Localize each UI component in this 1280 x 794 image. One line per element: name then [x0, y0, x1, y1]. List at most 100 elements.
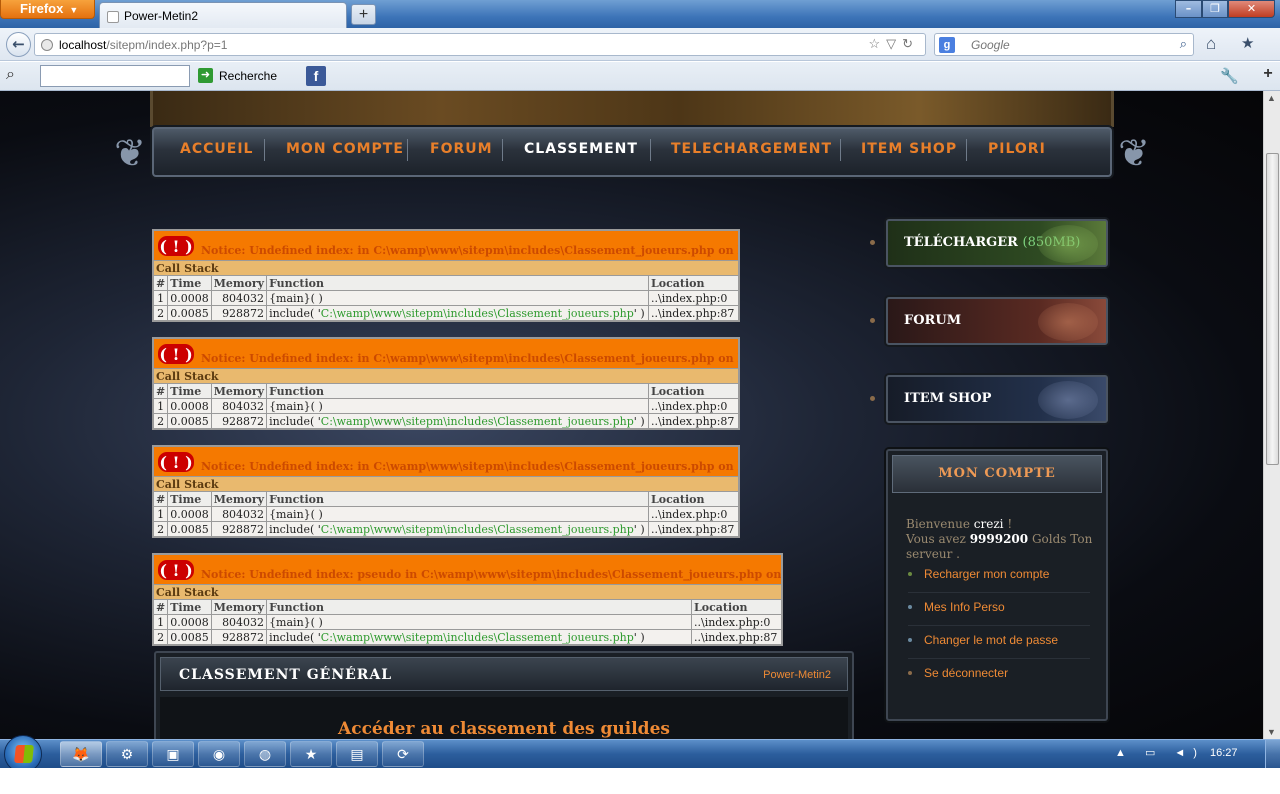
menu-telechargement[interactable]: TELECHARGEMENT	[671, 141, 832, 157]
firefox-menu-button[interactable]: Firefox ▼	[0, 0, 95, 19]
minimize-button[interactable]: –	[1175, 0, 1202, 18]
scroll-down-icon[interactable]: ▼	[1267, 727, 1276, 737]
go-icon[interactable]: ➜	[198, 68, 213, 83]
search-input[interactable]: g Google ⌕	[934, 33, 1194, 56]
forum-button[interactable]: FORUM	[886, 297, 1108, 345]
col-header: Function	[266, 491, 649, 507]
home-icon[interactable]: ⌂	[1206, 34, 1216, 54]
system-tray[interactable]: ▲ ▭ ◄)	[1115, 746, 1205, 759]
media-icon[interactable]: ◉	[198, 741, 240, 767]
reload-icon[interactable]: ↻	[902, 36, 919, 51]
title-bar: Firefox ▼ Power-Metin2 + – ❐ ✕	[0, 0, 1280, 29]
scroll-up-icon[interactable]: ▲	[1267, 93, 1276, 103]
recherche-button[interactable]: Recherche	[219, 69, 277, 83]
show-desktop-button[interactable]	[1265, 740, 1280, 768]
menu-pilori[interactable]: PILORI	[988, 141, 1046, 157]
search-icon[interactable]: ⌕	[6, 66, 15, 84]
expand-icon[interactable]: +	[1259, 65, 1277, 85]
link-deconnecter[interactable]: Se déconnecter	[908, 660, 1090, 692]
download-button[interactable]: TÉLÉCHARGER (850MB)	[886, 219, 1108, 267]
table-row: 1 0.0008 804032 {main}( ) ..\index.php:0	[152, 398, 739, 414]
guild-ranking-link[interactable]: Accéder au classement des guildes	[160, 719, 848, 739]
account-panel: MON COMPTE Bienvenue crezi ! Vous avez 9…	[886, 449, 1108, 721]
error-message: Notice: Undefined index: pseudo in C:\wa…	[201, 568, 782, 581]
call-stack-label: Call Stack	[153, 584, 782, 600]
col-header: #	[152, 491, 169, 507]
menu-forum[interactable]: FORUM	[430, 141, 493, 157]
taskbar: 🦊 ⚙ ▣ ◉ ◍ ★ ▤ ⟳ ▲ ▭ ◄) 16:27	[0, 735, 1280, 773]
tab-power-metin2[interactable]: Power-Metin2	[99, 2, 347, 29]
menu-item-shop[interactable]: ITEM SHOP	[861, 141, 957, 157]
explorer-icon[interactable]: ▤	[336, 741, 378, 767]
warning-icon: ( ! )	[156, 234, 196, 258]
col-header: Location	[691, 599, 782, 615]
col-header: Time	[167, 599, 212, 615]
facebook-icon[interactable]: f	[306, 66, 326, 86]
history-dropdown-icon[interactable]: ▽	[886, 36, 902, 51]
ornament-right-icon: ❦	[1118, 133, 1150, 175]
ornament-left-icon: ❦	[114, 133, 146, 175]
search-placeholder: Google	[971, 38, 1010, 52]
menu-accueil[interactable]: ACCUEIL	[180, 141, 253, 157]
welcome-text: Bienvenue crezi ! Vous avez 9999200 Gold…	[906, 517, 1093, 561]
tab-title: Power-Metin2	[124, 9, 199, 23]
warning-icon: ( ! )	[156, 342, 196, 366]
item-shop-label: ITEM SHOP	[904, 391, 992, 406]
close-button[interactable]: ✕	[1228, 0, 1275, 18]
bullet-icon	[870, 240, 875, 245]
bookmark-star-icon[interactable]: ☆	[868, 36, 886, 51]
col-header: Memory	[210, 491, 268, 507]
firefox-icon[interactable]: 🦊	[60, 741, 102, 767]
bullet-icon	[870, 396, 875, 401]
back-button[interactable]: ←	[6, 32, 31, 57]
table-row: 1 0.0008 804032 {main}( ) ..\index.php:0	[152, 614, 782, 630]
network-icon[interactable]: ⚙	[106, 741, 148, 767]
new-tab-button[interactable]: +	[351, 4, 376, 25]
php-error-notice: ( ! ) Notice: Undefined index: pseudo in …	[152, 553, 783, 646]
main-menu: ACCUEIL MON COMPTE FORUM CLASSEMENT TELE…	[152, 127, 1112, 177]
item-shop-button[interactable]: ITEM SHOP	[886, 375, 1108, 423]
table-row: 1 0.0008 804032 {main}( ) ..\index.php:0	[152, 506, 739, 522]
col-header: Location	[648, 383, 739, 399]
computer-icon[interactable]: ▣	[152, 741, 194, 767]
url-host: localhost	[59, 38, 107, 52]
col-header: Memory	[210, 383, 268, 399]
globe-icon	[41, 39, 53, 51]
warning-icon: ( ! )	[156, 450, 196, 474]
folder-star-icon[interactable]: ★	[290, 741, 332, 767]
link-info-perso[interactable]: Mes Info Perso	[908, 594, 1090, 626]
maximize-button[interactable]: ❐	[1202, 0, 1228, 18]
php-error-notice: ( ! ) Notice: Undefined index: in C:\wamp…	[152, 229, 740, 322]
bookmarks-icon[interactable]: ★	[1241, 34, 1254, 52]
menu-classement[interactable]: CLASSEMENT	[524, 141, 638, 157]
globe-icon[interactable]: ◍	[244, 741, 286, 767]
php-error-notice: ( ! ) Notice: Undefined index: in C:\wamp…	[152, 337, 740, 430]
classement-panel: CLASSEMENT GÉNÉRAL Power-Metin2 Accéder …	[154, 651, 854, 739]
col-header: #	[152, 599, 169, 615]
character-icon	[1038, 381, 1098, 419]
link-recharger[interactable]: Recharger mon compte	[908, 561, 1090, 593]
col-header: Function	[266, 383, 649, 399]
call-stack-label: Call Stack	[153, 476, 739, 492]
url-path: /sitepm/index.php?p=1	[106, 38, 228, 52]
toolbar-search-input[interactable]	[40, 65, 190, 87]
wrench-icon[interactable]: 🔧	[1220, 67, 1239, 85]
col-header: Location	[648, 491, 739, 507]
col-header: Function	[266, 599, 692, 615]
bullet-icon	[908, 638, 912, 642]
url-bar[interactable]: localhost/sitepm/index.php?p=1 ☆▽↻	[34, 33, 926, 56]
site-name: Power-Metin2	[763, 669, 831, 681]
app-icon[interactable]: ⟳	[382, 741, 424, 767]
link-changer-mdp[interactable]: Changer le mot de passe	[908, 627, 1090, 659]
google-icon[interactable]: g	[939, 37, 955, 53]
php-error-notice: ( ! ) Notice: Undefined index: in C:\wamp…	[152, 445, 740, 538]
scrollbar-thumb[interactable]	[1266, 153, 1279, 465]
bullet-icon	[908, 605, 912, 609]
search-icon[interactable]: ⌕	[1180, 36, 1187, 52]
warning-icon: ( ! )	[156, 558, 196, 582]
clock[interactable]: 16:27	[1210, 747, 1238, 759]
character-icon	[1038, 303, 1098, 341]
vertical-scrollbar[interactable]: ▲ ▼	[1263, 91, 1280, 739]
windows-logo-icon	[14, 745, 34, 763]
menu-mon-compte[interactable]: MON COMPTE	[286, 141, 404, 157]
